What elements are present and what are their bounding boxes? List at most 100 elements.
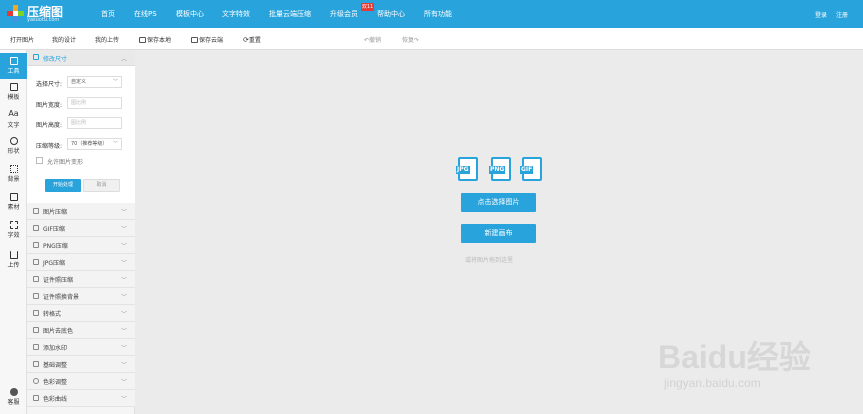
- save-cloud-label: 保存云端: [199, 37, 224, 44]
- chevron-down-icon: ﹀: [120, 209, 127, 216]
- chevron-down-icon: ﹀: [112, 141, 118, 147]
- login-link[interactable]: 登录: [815, 10, 827, 19]
- undo-button[interactable]: ↶撤销: [364, 35, 381, 44]
- cloud-icon: [139, 37, 146, 43]
- nav-all-features[interactable]: 所有功能: [424, 9, 452, 19]
- background-icon: [9, 165, 18, 173]
- customer-service-label: 客服: [7, 399, 20, 406]
- redo-label: 恢复: [402, 37, 415, 44]
- chevron-down-icon: ﹀: [120, 362, 127, 369]
- section-label: 证件照压缩: [43, 277, 74, 284]
- open-image-button[interactable]: 打开图片: [10, 35, 34, 44]
- chevron-down-icon: ﹀: [120, 294, 127, 301]
- section-label: 基础调整: [43, 362, 68, 369]
- canvas-area[interactable]: JPG PNG GIF 点击选择图片 新建画布 或将图片拖到这里 Baidu经验…: [136, 50, 863, 414]
- allow-deform-checkbox[interactable]: [36, 157, 43, 164]
- watermark-icon: [33, 344, 39, 350]
- register-link[interactable]: 注册: [836, 10, 848, 19]
- section-convert-format[interactable]: 转格式 ﹀: [27, 305, 135, 322]
- start-process-button[interactable]: 开始处理: [45, 179, 81, 192]
- section-color-curve[interactable]: 色彩曲线 ﹀: [27, 390, 135, 407]
- png-file-icon: PNG: [489, 157, 511, 181]
- redo-button[interactable]: 恢复↷: [402, 35, 419, 44]
- promo-badge: 双11: [361, 3, 374, 11]
- section-id-photo-background[interactable]: 证件照换背景 ﹀: [27, 288, 135, 305]
- section-color-adjust[interactable]: 色彩调整 ﹀: [27, 373, 135, 390]
- rail-text-effects[interactable]: 字效: [0, 217, 27, 243]
- rail-templates[interactable]: 模板: [0, 79, 27, 105]
- logo[interactable]: 压缩图 yasuotu.com: [7, 3, 73, 25]
- briefcase-icon: [9, 57, 18, 65]
- tool-rail: 工具 模板 Aa 文字 形状 背景 素材 字效 上传: [0, 50, 27, 414]
- size-select[interactable]: 自定义 ﹀: [67, 76, 122, 88]
- section-label: PNG压缩: [43, 243, 68, 250]
- section-label: 图片压缩: [43, 209, 68, 216]
- section-image-compress[interactable]: 图片压缩 ﹀: [27, 203, 135, 220]
- my-design-button[interactable]: 我的设计: [52, 35, 76, 44]
- cancel-button[interactable]: 取消: [83, 179, 120, 192]
- section-label: 色彩调整: [43, 379, 68, 386]
- rail-tools[interactable]: 工具: [0, 53, 27, 79]
- save-local-label: 保存本地: [147, 37, 172, 44]
- rail-assets[interactable]: 素材: [0, 189, 27, 215]
- resize-section-title: 修改尺寸: [43, 56, 68, 63]
- rail-text[interactable]: Aa 文字: [0, 106, 27, 132]
- section-remove-background[interactable]: 图片去底色 ﹀: [27, 322, 135, 339]
- nav-template-center[interactable]: 模板中心: [176, 9, 204, 19]
- rail-background[interactable]: 背景: [0, 161, 27, 187]
- watermark: Baidu经验 jingyan.baidu.com: [658, 332, 858, 412]
- background-swap-icon: [33, 293, 39, 299]
- height-input[interactable]: 图比例: [67, 117, 122, 129]
- eraser-icon: [33, 327, 39, 333]
- drag-hint: 或将图片拖到这里: [465, 257, 514, 264]
- resize-section-header[interactable]: 修改尺寸 ︿: [27, 50, 135, 66]
- section-label: 色彩曲线: [43, 396, 68, 403]
- gif-file-icon: GIF: [520, 157, 542, 181]
- tool-panel: 修改尺寸 ︿ 选择尺寸: 自定义 ﹀ 图片宽度: 图比例 图片高度: 图比例 压…: [27, 50, 135, 414]
- rail-shapes[interactable]: 形状: [0, 133, 27, 159]
- redo-icon: ↷: [414, 37, 420, 44]
- save-cloud-button[interactable]: 保存云端: [191, 35, 223, 44]
- section-label: 证件照换背景: [43, 294, 80, 301]
- reset-button[interactable]: ⟳重置: [243, 35, 261, 44]
- chevron-down-icon: ﹀: [120, 277, 127, 284]
- compression-level-select[interactable]: 70（推荐等级） ﹀: [67, 138, 122, 150]
- chevron-down-icon: ﹀: [120, 243, 127, 250]
- section-add-watermark[interactable]: 添加水印 ﹀: [27, 339, 135, 356]
- palette-icon: [33, 378, 39, 384]
- reset-label: 重置: [248, 37, 261, 44]
- rail-background-label: 背景: [7, 176, 20, 183]
- curve-icon: [33, 395, 39, 401]
- png-tag: PNG: [489, 166, 506, 174]
- template-icon: [9, 83, 18, 91]
- nav-upgrade-member[interactable]: 升级会员: [330, 9, 358, 19]
- nav-help-center[interactable]: 帮助中心: [377, 9, 405, 19]
- compression-level-label: 压缩等级:: [36, 143, 63, 150]
- rail-upload[interactable]: 上传: [0, 247, 27, 273]
- nav-online-ps[interactable]: 在线PS: [134, 9, 157, 19]
- section-jpg-compress[interactable]: JPG压缩 ﹀: [27, 254, 135, 271]
- watermark-url: jingyan.baidu.com: [664, 376, 761, 390]
- customer-service[interactable]: 客服: [0, 388, 27, 406]
- new-canvas-button[interactable]: 新建画布: [461, 224, 536, 243]
- section-png-compress[interactable]: PNG压缩 ﹀: [27, 237, 135, 254]
- section-basic-adjust[interactable]: 基础调整 ﹀: [27, 356, 135, 373]
- watermark-brand: Baidu经验: [658, 339, 811, 375]
- nav-batch-compress[interactable]: 批量云端压缩: [269, 9, 311, 19]
- nav-home[interactable]: 首页: [101, 9, 115, 19]
- select-image-button[interactable]: 点击选择图片: [461, 193, 536, 212]
- nav-text-effects[interactable]: 文字特效: [222, 9, 250, 19]
- section-gif-compress[interactable]: GIF压缩 ﹀: [27, 220, 135, 237]
- width-input[interactable]: 图比例: [67, 97, 122, 109]
- section-id-photo-compress[interactable]: 证件照压缩 ﹀: [27, 271, 135, 288]
- save-local-button[interactable]: 保存本地: [139, 35, 171, 44]
- jpg-tag: JPG: [456, 166, 470, 174]
- jpg-icon: [33, 259, 39, 265]
- file-type-icons: JPG PNG GIF: [456, 157, 544, 183]
- chevron-down-icon: ﹀: [120, 396, 127, 403]
- chevron-down-icon: ﹀: [120, 379, 127, 386]
- rail-assets-label: 素材: [7, 204, 20, 211]
- toolbar: 打开图片 我的设计 我的上传 保存本地 保存云端 ⟳重置 ↶撤销 恢复↷: [0, 28, 863, 50]
- my-upload-button[interactable]: 我的上传: [95, 35, 119, 44]
- chevron-down-icon: ﹀: [120, 311, 127, 318]
